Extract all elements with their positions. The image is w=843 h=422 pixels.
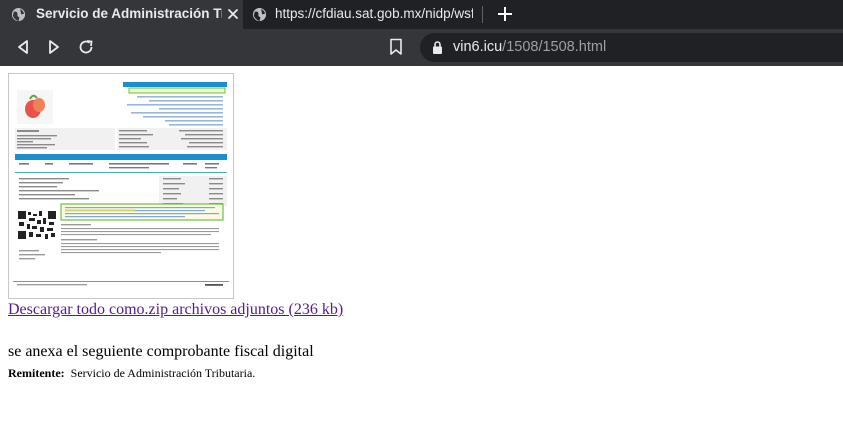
address-bar[interactable]: vin6.icu/1508/1508.html bbox=[420, 33, 843, 62]
tab-active[interactable]: Servicio de Administración Tributaria bbox=[0, 0, 243, 29]
url-host: vin6.icu bbox=[453, 39, 503, 55]
page-content: Descargar todo como.zip archivos adjunto… bbox=[0, 66, 843, 422]
tab-title: https://cfdiau.sat.gob.mx/nidp/wsfed/ bbox=[275, 6, 473, 21]
bookmark-icon[interactable] bbox=[389, 38, 403, 56]
globe-icon bbox=[252, 7, 267, 22]
close-icon[interactable] bbox=[226, 7, 240, 21]
invoice-preview-image bbox=[9, 74, 233, 298]
plus-icon[interactable] bbox=[497, 6, 513, 22]
tab-strip: Servicio de Administración Tributaria ht… bbox=[0, 0, 843, 29]
back-icon[interactable] bbox=[14, 38, 32, 56]
forward-icon[interactable] bbox=[45, 38, 63, 56]
message-text: se anexa el seguiente comprobante fiscal… bbox=[8, 343, 314, 360]
lock-icon[interactable] bbox=[432, 40, 443, 55]
sender-value: Servicio de Administración Tributaria. bbox=[70, 366, 256, 380]
browser-toolbar: vin6.icu/1508/1508.html bbox=[0, 29, 843, 66]
tab-inactive[interactable]: https://cfdiau.sat.gob.mx/nidp/wsfed/ bbox=[243, 0, 483, 29]
reload-icon[interactable] bbox=[77, 38, 95, 56]
invoice-thumbnail[interactable] bbox=[8, 73, 234, 299]
download-attachments-link[interactable]: Descargar todo como.zip archivos adjunto… bbox=[8, 301, 343, 319]
url-text[interactable]: vin6.icu/1508/1508.html bbox=[453, 39, 606, 55]
sender-label: Remitente: bbox=[8, 366, 65, 380]
tab-separator bbox=[482, 6, 483, 23]
globe-icon bbox=[11, 7, 26, 22]
sender-line: Remitente: Servicio de Administración Tri… bbox=[8, 366, 255, 381]
tab-title: Servicio de Administración Tributaria bbox=[36, 6, 222, 21]
url-path: /1508/1508.html bbox=[502, 39, 607, 55]
